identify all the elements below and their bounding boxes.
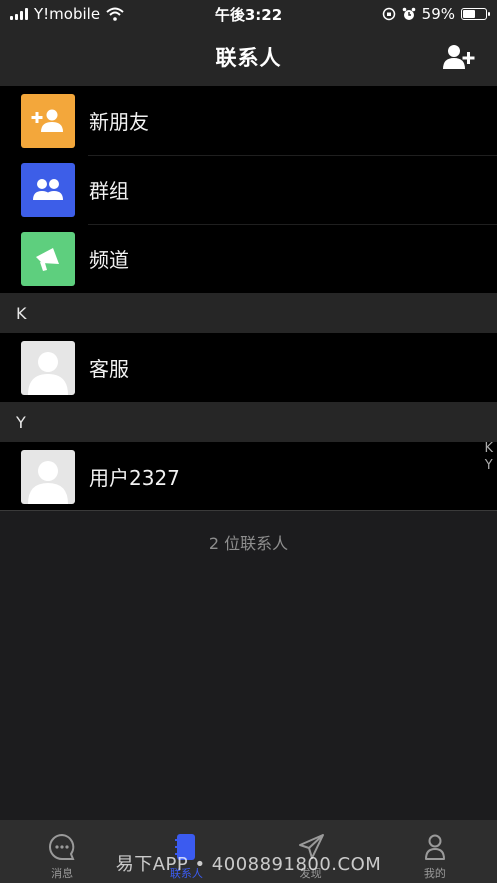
row-label: 频道 xyxy=(89,248,129,272)
paper-plane-icon xyxy=(298,834,324,859)
megaphone-icon xyxy=(21,231,75,286)
avatar xyxy=(21,340,75,395)
add-friend-icon xyxy=(21,93,75,148)
chat-bubble-icon xyxy=(49,833,75,860)
new-friends-row[interactable]: 新朋友 xyxy=(0,86,497,155)
person-icon xyxy=(424,834,445,860)
tab-label: 消息 xyxy=(51,867,74,880)
contact-name: 客服 xyxy=(89,357,129,381)
alarm-icon xyxy=(402,7,415,20)
section-header-k: K xyxy=(0,293,497,333)
channels-row[interactable]: 频道 xyxy=(0,224,497,293)
tab-discover[interactable]: 发现 xyxy=(249,820,373,883)
tab-label: 发现 xyxy=(299,867,322,880)
tab-label: 联系人 xyxy=(169,867,203,880)
contact-row[interactable]: 用户2327 xyxy=(0,442,497,511)
tab-messages[interactable]: 消息 xyxy=(0,820,124,883)
groups-row[interactable]: 群组 xyxy=(0,155,497,224)
orientation-lock-icon xyxy=(382,7,395,21)
index-letter-k[interactable]: K xyxy=(484,440,493,457)
tab-contacts[interactable]: 联系人 xyxy=(124,820,248,883)
nav-bar: 联系人 xyxy=(0,28,497,86)
add-contact-icon[interactable] xyxy=(443,42,477,72)
tab-bar: 消息 联系人 发现 我的 xyxy=(0,820,497,883)
group-icon xyxy=(21,162,75,217)
contact-row[interactable]: 客服 xyxy=(0,333,497,402)
status-bar: Y!mobile 午後3:22 59% xyxy=(0,0,497,28)
carrier-label: Y!mobile xyxy=(34,5,101,23)
tab-profile[interactable]: 我的 xyxy=(373,820,497,883)
wifi-icon xyxy=(106,7,124,21)
contact-count: 2 位联系人 xyxy=(0,510,497,572)
battery-icon xyxy=(461,8,490,20)
alphabet-index[interactable]: K Y xyxy=(484,440,493,474)
page-title: 联系人 xyxy=(215,46,282,70)
row-label: 新朋友 xyxy=(89,110,149,134)
section-header-y: Y xyxy=(0,402,497,442)
signal-icon xyxy=(10,8,28,20)
contact-name: 用户2327 xyxy=(89,466,180,490)
index-letter-y[interactable]: Y xyxy=(485,457,493,474)
avatar xyxy=(21,449,75,504)
tab-label: 我的 xyxy=(423,867,446,880)
battery-percent: 59% xyxy=(421,5,455,23)
contact-list: 新朋友 群组 频道 K 客服 Y 用户2327 xyxy=(0,86,497,511)
row-label: 群组 xyxy=(89,179,129,203)
contacts-book-icon xyxy=(175,834,196,860)
